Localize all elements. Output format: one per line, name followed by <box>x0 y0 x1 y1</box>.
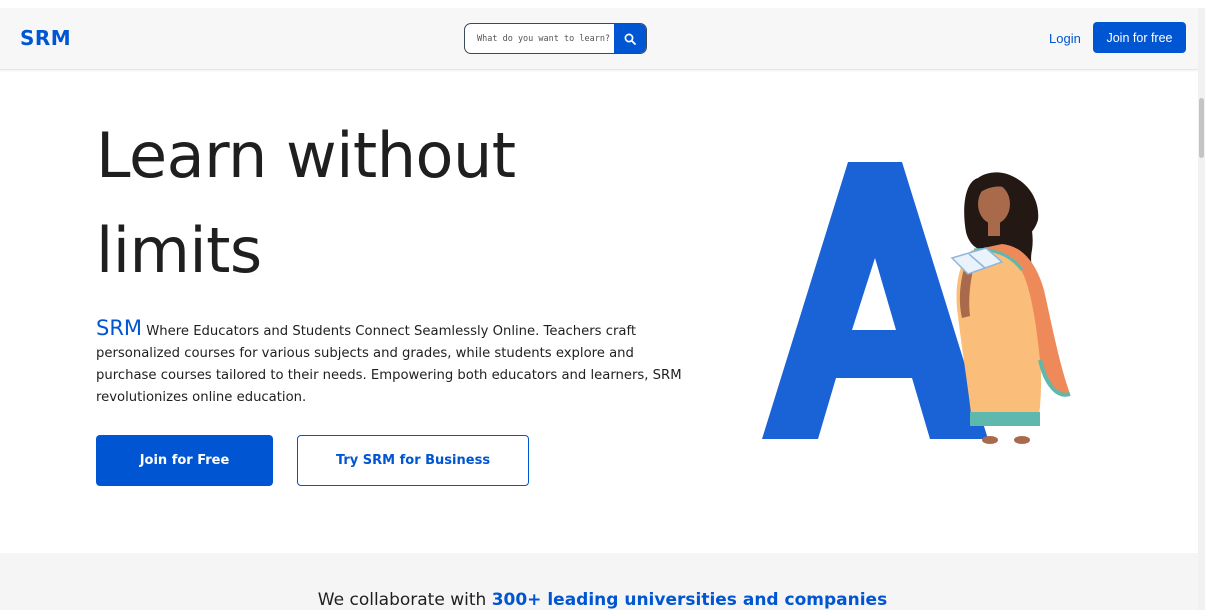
login-link[interactable]: Login <box>1049 31 1081 46</box>
collab-text: We collaborate with 300+ leading univers… <box>0 590 1205 610</box>
hero-title: Learn without limits <box>96 108 656 298</box>
search-input[interactable] <box>465 24 616 53</box>
search-button[interactable] <box>614 24 646 53</box>
hero-description: SRM Where Educators and Students Connect… <box>96 317 686 409</box>
try-for-business-button[interactable]: Try SRM for Business <box>297 435 529 486</box>
search-icon <box>624 33 636 45</box>
join-for-free-hero-button[interactable]: Join for Free <box>96 435 273 486</box>
hero-title-line2: limits <box>96 214 262 287</box>
letter-a-graphic <box>762 162 988 439</box>
collab-highlight: 300+ leading universities and companies <box>491 590 888 610</box>
scrollbar-thumb[interactable] <box>1199 98 1204 158</box>
top-navbar: SRM Login Join for free <box>0 8 1198 70</box>
page: SRM Login Join for free Learn without li… <box>0 0 1205 610</box>
hero-brand: SRM <box>96 316 143 340</box>
logo[interactable]: SRM <box>20 26 71 50</box>
collab-prefix: We collaborate with <box>317 590 487 610</box>
join-for-free-button[interactable]: Join for free <box>1093 22 1186 53</box>
hero-illustration <box>762 162 1071 444</box>
hero-title-line1: Learn without <box>96 119 516 192</box>
scrollbar[interactable] <box>1198 8 1205 610</box>
hero-description-text: Where Educators and Students Connect Sea… <box>96 324 682 405</box>
search-bar <box>464 23 647 54</box>
collaboration-banner: We collaborate with 300+ leading univers… <box>0 553 1198 610</box>
